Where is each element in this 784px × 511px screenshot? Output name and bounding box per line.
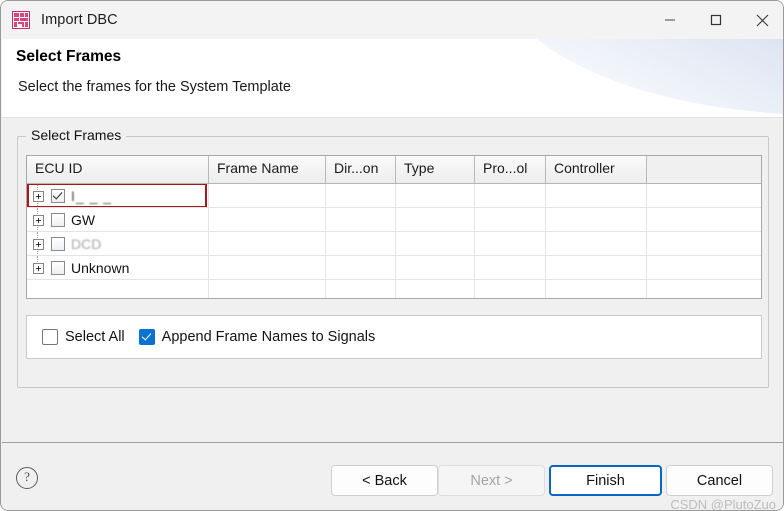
table-cell: [396, 256, 475, 280]
table-cell: [647, 184, 761, 208]
select-all-checkbox[interactable]: Select All: [42, 329, 125, 345]
maximize-icon[interactable]: [693, 1, 739, 39]
table-cell: [27, 280, 209, 298]
watermark: CSDN @PlutoZuo: [670, 497, 776, 511]
table-cell: [326, 256, 396, 280]
cancel-button[interactable]: Cancel: [666, 465, 773, 496]
row-label: DCD: [71, 236, 102, 252]
table-cell: [647, 232, 761, 256]
button-bar: ? < Back Next > Finish Cancel CSDN @Plut…: [2, 442, 783, 511]
table-cell: [475, 256, 546, 280]
title-bar: Import DBC: [1, 1, 783, 40]
table-cell: [475, 232, 546, 256]
table-cell: [209, 256, 326, 280]
table-cell: [209, 232, 326, 256]
table-row[interactable]: I_ _ _: [27, 184, 761, 208]
row-label: GW: [71, 212, 96, 228]
table-cell: [396, 208, 475, 232]
table-cell: [647, 208, 761, 232]
select-all-label: Select All: [65, 329, 125, 345]
table-cell: [396, 280, 475, 298]
expand-plus-icon[interactable]: [33, 238, 44, 250]
table-cell: [326, 208, 396, 232]
table-cell: GW: [27, 208, 209, 232]
table-cell: [475, 184, 546, 208]
table-cell: [209, 184, 326, 208]
checkbox-box-checked: [138, 329, 155, 345]
tree-node[interactable]: GW: [27, 208, 208, 231]
table-cell: [326, 232, 396, 256]
window-controls: [647, 1, 783, 39]
frames-table[interactable]: ECU ID Frame Name Dir...on Type Pro...ol Cont…: [26, 155, 762, 299]
expand-plus-icon[interactable]: [33, 190, 44, 202]
table-cell: [475, 280, 546, 298]
table-header-filler: [647, 156, 761, 183]
table-cell: [326, 184, 396, 208]
table-header-type[interactable]: Type: [396, 156, 475, 183]
expand-plus-icon[interactable]: [33, 214, 44, 226]
row-checkbox[interactable]: [51, 237, 65, 251]
table-cell: DCD: [27, 232, 209, 256]
options-bar: Select All Append Frame Names to Signals: [26, 315, 762, 359]
table-cell: Unknown: [27, 256, 209, 280]
page-title: Select Frames: [16, 48, 122, 65]
select-frames-group: Select Frames ECU ID Frame Name Dir...on Ty…: [17, 127, 769, 388]
group-label: Select Frames: [26, 127, 127, 143]
dialog-body: Select Frames ECU ID Frame Name Dir...on Ty…: [2, 118, 783, 442]
table-cell: [546, 256, 647, 280]
table-cell: [475, 208, 546, 232]
tree-node[interactable]: DCD: [27, 232, 208, 255]
minimize-icon[interactable]: [647, 1, 693, 39]
table-row[interactable]: DCD: [27, 232, 761, 256]
table-row[interactable]: Unknown: [27, 256, 761, 280]
table-body: I_ _ _ GW DCD Unknown: [27, 184, 761, 298]
table-cell: [546, 232, 647, 256]
table-cell: [326, 280, 396, 298]
row-checkbox-checked[interactable]: [51, 189, 65, 203]
append-frame-names-label: Append Frame Names to Signals: [161, 329, 376, 345]
table-header-frame-name[interactable]: Frame Name: [209, 156, 326, 183]
table-cell: [396, 232, 475, 256]
wizard-header: Select Frames Select the frames for the …: [2, 39, 783, 117]
table-cell: I_ _ _: [27, 184, 209, 208]
row-checkbox[interactable]: [51, 213, 65, 227]
checkbox-box: [42, 329, 58, 345]
help-icon[interactable]: ?: [16, 467, 38, 489]
finish-button[interactable]: Finish: [549, 465, 662, 496]
close-icon[interactable]: [739, 1, 783, 39]
table-header-pro-ol[interactable]: Pro...ol: [475, 156, 546, 183]
table-cell: [396, 184, 475, 208]
table-header-controller[interactable]: Controller: [546, 156, 647, 183]
row-label: I_ _ _: [71, 188, 113, 204]
table-cell: [209, 280, 326, 298]
table-cell: [546, 184, 647, 208]
back-button[interactable]: < Back: [331, 465, 438, 496]
table-header-dir-on[interactable]: Dir...on: [326, 156, 396, 183]
table-cell: [546, 208, 647, 232]
table-row[interactable]: GW: [27, 208, 761, 232]
tree-node[interactable]: I_ _ _: [27, 184, 208, 207]
table-cell: [209, 208, 326, 232]
table-header-ecu-id[interactable]: ECU ID: [27, 156, 209, 183]
window-title: Import DBC: [41, 12, 118, 28]
table-cell: [546, 280, 647, 298]
next-button: Next >: [438, 465, 545, 496]
table-row-empty: [27, 280, 761, 298]
row-checkbox[interactable]: [51, 261, 65, 275]
table-grid-icon: [11, 10, 31, 30]
append-frame-names-checkbox[interactable]: Append Frame Names to Signals: [138, 329, 376, 345]
row-label: Unknown: [71, 260, 130, 276]
expand-plus-icon[interactable]: [33, 262, 44, 274]
import-dbc-dialog: Import DBC Select Frames Select the fram…: [0, 0, 784, 511]
table-cell: [647, 256, 761, 280]
header-decoration: [494, 39, 783, 115]
page-subtitle: Select the frames for the System Templat…: [18, 79, 291, 95]
table-cell: [647, 280, 761, 298]
tree-node[interactable]: Unknown: [27, 256, 208, 279]
table-header-row: ECU ID Frame Name Dir...on Type Pro...ol Cont…: [27, 156, 761, 184]
